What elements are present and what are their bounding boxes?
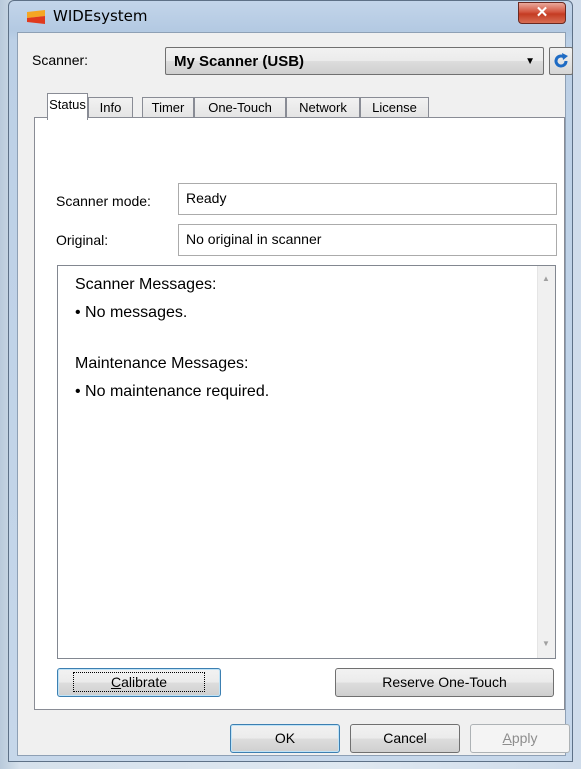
original-label: Original: [56,232,109,248]
tab-one-touch[interactable]: One-Touch [194,97,286,119]
messages-scrollbar[interactable]: ▲ ▼ [537,266,555,658]
scanner-mode-field: Ready [178,183,557,215]
cancel-button[interactable]: Cancel [350,724,460,753]
scanner-mode-label: Scanner mode: [56,193,151,209]
scanner-messages-heading: Scanner Messages: [75,276,217,293]
tab-info[interactable]: Info [88,97,133,119]
scroll-down-icon[interactable]: ▼ [542,639,550,648]
scroll-up-icon[interactable]: ▲ [542,274,550,283]
app-logo-icon [27,10,45,24]
dropdown-arrow-icon: ▼ [525,56,535,67]
scanner-label: Scanner: [32,52,89,68]
scanner-messages-item: • No messages. [75,304,188,321]
close-button[interactable]: ✕ [518,2,566,24]
scanner-dropdown[interactable]: My Scanner (USB) ▼ [165,47,544,75]
ok-button[interactable]: OK [230,724,340,753]
maintenance-messages-item: • No maintenance required. [75,383,270,400]
apply-button[interactable]: Apply [470,724,570,753]
close-icon: ✕ [535,4,549,21]
tab-timer[interactable]: Timer [142,97,194,119]
window-title: WIDEsystem [53,7,148,25]
refresh-icon [554,53,568,68]
tab-license[interactable]: License [360,97,429,119]
calibrate-button-label: Calibrate [72,672,206,692]
scanner-selected-value: My Scanner (USB) [174,53,305,70]
calibrate-button[interactable]: Calibrate [57,668,221,697]
ok-button-label: OK [274,730,296,746]
tab-network[interactable]: Network [286,97,360,119]
title-bar[interactable]: WIDEsystem ✕ [9,1,572,31]
reserve-one-touch-button[interactable]: Reserve One-Touch [335,668,554,697]
tab-status[interactable]: Status [47,93,88,120]
maintenance-messages-heading: Maintenance Messages: [75,355,249,372]
refresh-button[interactable] [549,47,573,75]
original-field: No original in scanner [178,224,557,256]
messages-box[interactable]: Scanner Messages: • No messages. Mainten… [57,265,556,659]
